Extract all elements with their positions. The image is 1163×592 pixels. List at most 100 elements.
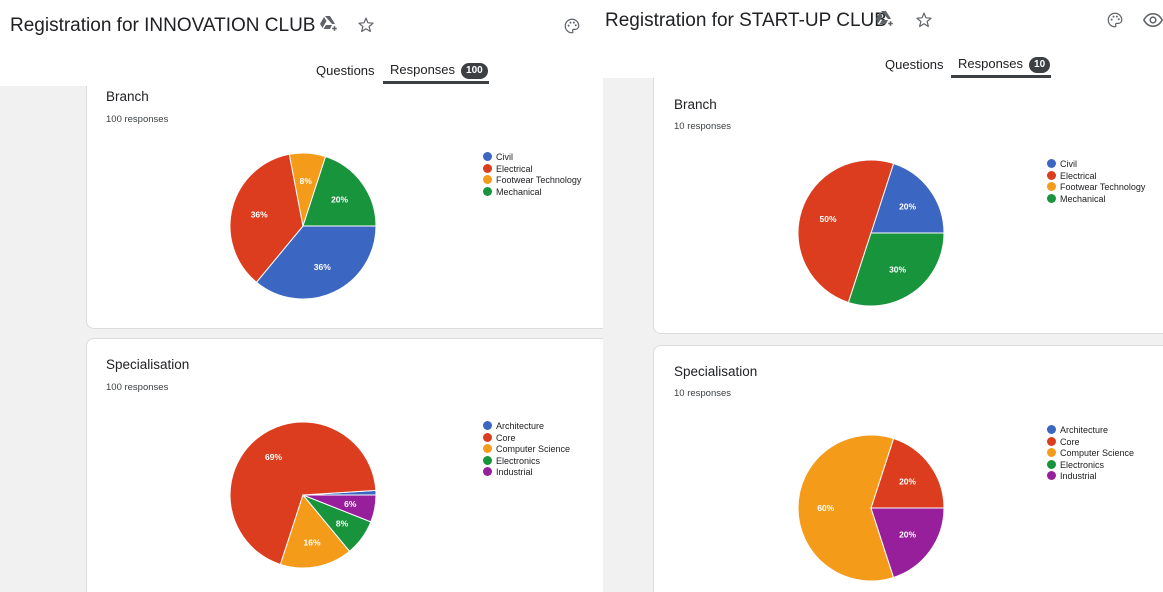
legend-item-civil: Civil [1047,159,1145,171]
tab-responses-label: Responses [958,56,1024,71]
pie-data-label: 20% [331,194,348,204]
legend-item-architecture: Architecture [1047,425,1134,437]
chart-legend: Civil Electrical Footwear Technology Mechan… [483,152,581,198]
legend-swatch [1047,436,1056,446]
legend-label: Architecture [1060,425,1109,435]
legend-item-electrical: Electrical [483,163,581,176]
legend-label: Electrical [496,163,533,174]
legend-swatch [483,152,492,161]
pie-data-label: 20% [899,201,916,211]
chart-legend: Architecture Core Computer Science Electron… [1047,425,1134,483]
drive-folder-icon[interactable] [875,10,895,28]
legend-label: Civil [1060,159,1077,169]
legend-item-industrial: Industrial [483,467,570,479]
responses-count-badge: 10 [1029,57,1051,73]
legend-item-electronics: Electronics [483,455,570,468]
legend-label: Electrical [1060,170,1097,181]
legend-item-civil: Civil [483,152,581,164]
form-header: Registration for INNOVATION CLUB [0,0,603,60]
pie-data-label: 36% [314,262,331,272]
tab-responses[interactable]: Responses 10 [958,56,1051,73]
pie-data-label: 8% [336,518,349,528]
legend-swatch [1047,471,1056,480]
legend-label: Computer Science [496,444,571,454]
palette-icon[interactable] [1106,11,1124,29]
tab-responses-label: Responses [390,62,456,77]
branch-summary-card: Branch 100 responses 36% 36% 8% 20% Civil El… [86,86,603,329]
tab-responses[interactable]: Responses 100 [390,62,488,79]
pie-data-label: 69% [265,452,282,462]
pie-data-label: 30% [889,265,906,275]
legend-item-core: Core [483,432,570,445]
responses-count-badge: 100 [461,63,488,79]
legend-swatch [483,432,492,442]
palette-icon[interactable] [563,17,581,35]
form-tabs: Questions Responses 100 [0,62,603,88]
innovation-club-form-panel: Registration for INNOVATION CLUB Questio… [0,0,603,592]
legend-item-architecture: Architecture [483,421,570,433]
legend-label: Footwear Technology [1060,182,1146,192]
form-title: Registration for START-UP CLUB [605,10,887,31]
legend-item-footwear-technology: Footwear Technology [1047,182,1145,194]
pie-data-label: 20% [899,476,916,486]
legend-swatch [483,175,492,184]
form-title: Registration for INNOVATION CLUB [10,15,316,36]
legend-item-computer-science: Computer Science [1047,448,1134,460]
pie-data-label: 6% [344,499,357,509]
drive-folder-icon[interactable] [319,15,339,33]
preview-eye-icon[interactable] [1143,12,1163,28]
chart-legend: Architecture Core Computer Science Electron… [483,421,570,479]
legend-label: Computer Science [1060,448,1135,458]
pie-data-label: 20% [899,530,916,540]
pie-data-label: 8% [300,176,313,186]
star-icon[interactable] [357,16,375,34]
star-icon[interactable] [915,11,933,29]
pie-data-label: 60% [817,503,834,513]
legend-swatch [483,421,492,430]
legend-item-industrial: Industrial [1047,471,1134,483]
legend-swatch [483,455,492,465]
pie-data-label: 50% [819,214,836,224]
active-tab-indicator [383,81,489,84]
branch-summary-card: Branch 10 responses 20% 50% 30% Civil Elect… [653,78,1163,334]
legend-item-mechanical: Mechanical [1047,193,1145,206]
legend-swatch [1047,193,1056,203]
legend-swatch [1047,425,1056,434]
legend-label: Architecture [496,421,545,431]
legend-item-computer-science: Computer Science [483,444,570,456]
legend-label: Electronics [496,455,541,466]
pie-data-label: 36% [251,210,268,220]
legend-label: Core [496,432,516,443]
pie-data-label: 16% [303,537,320,547]
form-header: Registration for START-UP CLUB [603,0,1163,60]
legend-swatch [1047,448,1056,457]
legend-item-electrical: Electrical [1047,170,1145,183]
legend-swatch [483,163,492,173]
legend-label: Electronics [1060,459,1105,470]
chart-legend: Civil Electrical Footwear Technology Mechan… [1047,159,1145,205]
startup-club-form-panel: Registration for START-UP CLUB Questions… [603,0,1163,592]
specialisation-summary-card: Specialisation 10 responses 20% 60% 20% Ar… [653,345,1163,592]
legend-item-mechanical: Mechanical [483,186,581,199]
legend-swatch [1047,459,1056,469]
legend-label: Mechanical [496,186,542,197]
legend-label: Footwear Technology [496,175,582,185]
legend-swatch [483,186,492,196]
legend-label: Industrial [1060,471,1097,481]
tab-questions[interactable]: Questions [316,63,375,78]
legend-label: Industrial [496,467,533,477]
legend-swatch [1047,182,1056,191]
legend-item-core: Core [1047,436,1134,449]
responses-area: Branch 10 responses 20% 50% 30% Civil Elect… [603,78,1163,592]
specialisation-summary-card: Specialisation 100 responses 69% 16% 8% 6% … [86,338,603,592]
legend-label: Mechanical [1060,193,1106,204]
tab-questions[interactable]: Questions [885,57,944,72]
legend-label: Core [1060,436,1080,447]
legend-swatch [1047,170,1056,180]
branch-pie-chart: 36% 36% 8% 20% [229,152,377,300]
responses-area: Branch 100 responses 36% 36% 8% 20% Civil El… [0,86,603,592]
legend-item-electronics: Electronics [1047,459,1134,472]
legend-swatch [483,467,492,476]
legend-item-footwear-technology: Footwear Technology [483,175,581,187]
branch-pie-chart: 20% 50% 30% [797,159,945,307]
